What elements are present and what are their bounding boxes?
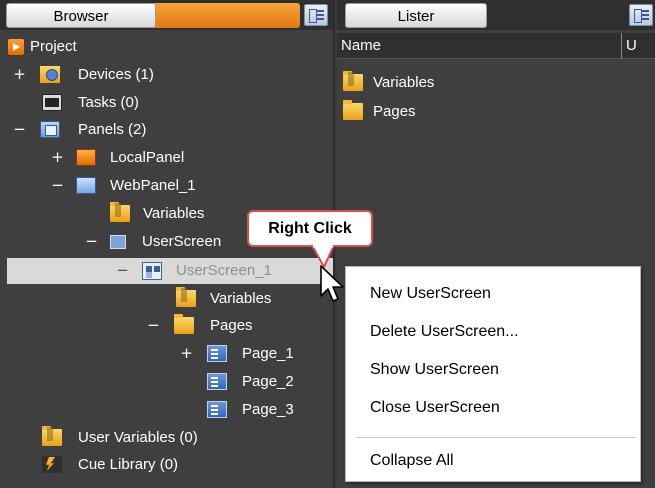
panels-icon bbox=[40, 121, 60, 138]
menu-item-collapse-all[interactable]: Collapse All bbox=[347, 443, 639, 479]
userscreen-icon bbox=[142, 262, 162, 280]
page-icon bbox=[207, 373, 227, 390]
tree-item-localpanel[interactable]: + LocalPanel bbox=[0, 145, 330, 171]
collapse-icon[interactable]: − bbox=[147, 318, 160, 333]
lister-item-label: Variables bbox=[373, 74, 435, 91]
tree-item-label: LocalPanel bbox=[110, 149, 185, 166]
tree-item-devices[interactable]: + Devices (1) bbox=[0, 62, 330, 88]
collapse-icon[interactable]: − bbox=[85, 234, 98, 249]
tree-item-userscreens[interactable]: − UserScreen bbox=[0, 229, 248, 255]
variables-folder-icon bbox=[176, 287, 196, 307]
tree-item-panels[interactable]: − Panels (2) bbox=[0, 117, 330, 143]
browser-tab[interactable]: Browser bbox=[6, 3, 156, 28]
tree-item-label: Project bbox=[30, 38, 77, 55]
tree-item-label: Page_3 bbox=[242, 401, 294, 418]
lister-item-pages[interactable]: Pages bbox=[337, 99, 655, 125]
collapse-icon[interactable]: − bbox=[13, 122, 26, 137]
menu-separator bbox=[356, 437, 636, 438]
tree-item-userscreen-1[interactable]: − UserScreen_1 bbox=[0, 258, 330, 284]
pages-folder-icon bbox=[343, 100, 363, 120]
tree-item-label: Cue Library (0) bbox=[78, 456, 179, 473]
browser-tab-accent bbox=[150, 3, 300, 28]
expand-icon[interactable]: + bbox=[51, 150, 64, 165]
tree-item-webpanel-1[interactable]: − WebPanel_1 bbox=[0, 173, 330, 199]
tree-item-project[interactable]: Project bbox=[0, 34, 330, 60]
expand-icon[interactable]: + bbox=[13, 67, 26, 82]
tree-item-page-3[interactable]: Page_3 bbox=[0, 397, 312, 423]
tree-item-label: Panels (2) bbox=[78, 121, 147, 138]
local-panel-icon bbox=[76, 149, 96, 166]
user-variables-folder-icon bbox=[42, 426, 62, 446]
mouse-pointer-icon bbox=[320, 265, 344, 302]
expand-icon[interactable]: + bbox=[180, 346, 193, 361]
tree-item-label: Variables bbox=[210, 290, 272, 307]
page-icon bbox=[207, 401, 227, 418]
tree-item-label: Devices (1) bbox=[78, 66, 154, 83]
devices-folder-icon bbox=[40, 66, 60, 83]
tree-item-label: Page_2 bbox=[242, 373, 294, 390]
column-header-u[interactable]: U bbox=[626, 37, 637, 54]
tree-item-label: Variables bbox=[143, 205, 205, 222]
tree-item-label: UserScreen bbox=[142, 233, 222, 250]
page-icon bbox=[207, 345, 227, 362]
browser-tab-bar: Browser bbox=[0, 0, 333, 30]
tree-item-label: Page_1 bbox=[242, 345, 294, 362]
tree-item-cue-library[interactable]: Cue Library (0) bbox=[0, 452, 330, 478]
cue-library-icon bbox=[42, 456, 62, 473]
right-click-callout: Right Click bbox=[247, 210, 373, 247]
lister-tab[interactable]: Lister bbox=[345, 3, 487, 28]
tasks-icon bbox=[42, 94, 62, 111]
pages-folder-icon bbox=[174, 314, 194, 334]
browser-options-icon[interactable] bbox=[304, 4, 328, 26]
collapse-icon[interactable]: − bbox=[51, 178, 64, 193]
tree-item-label: User Variables (0) bbox=[78, 429, 198, 446]
tree-item-page-2[interactable]: Page_2 bbox=[0, 369, 312, 395]
userscreens-icon bbox=[110, 235, 126, 249]
project-icon bbox=[8, 39, 24, 55]
menu-item-show-userscreen[interactable]: Show UserScreen bbox=[347, 352, 639, 388]
lister-tab-bar: Lister bbox=[337, 0, 655, 30]
lister-options-icon[interactable] bbox=[629, 4, 653, 26]
context-menu: New UserScreen Delete UserScreen... Show… bbox=[345, 266, 641, 482]
variables-folder-icon bbox=[343, 71, 363, 91]
lister-item-label: Pages bbox=[373, 103, 416, 120]
tree-item-pages[interactable]: − Pages bbox=[0, 313, 330, 339]
variables-folder-icon bbox=[110, 202, 130, 222]
tree-item-page-1[interactable]: + Page_1 bbox=[0, 341, 312, 367]
tree-item-userscreen-variables[interactable]: Variables bbox=[0, 286, 330, 312]
lister-column-header: Name U bbox=[337, 33, 655, 59]
tree-item-label: Pages bbox=[210, 317, 253, 334]
lister-item-variables[interactable]: Variables bbox=[337, 70, 655, 96]
tree-item-label: Tasks (0) bbox=[78, 94, 139, 111]
tree-item-label: UserScreen_1 bbox=[176, 262, 272, 279]
tree-item-tasks[interactable]: Tasks (0) bbox=[0, 90, 330, 116]
menu-item-new-userscreen[interactable]: New UserScreen bbox=[347, 276, 639, 312]
tree-item-label: WebPanel_1 bbox=[110, 177, 196, 194]
tree-item-user-variables[interactable]: User Variables (0) bbox=[0, 425, 330, 451]
menu-item-delete-userscreen[interactable]: Delete UserScreen... bbox=[347, 314, 639, 350]
collapse-icon[interactable]: − bbox=[116, 263, 129, 278]
web-panel-icon bbox=[76, 177, 96, 194]
column-header-name[interactable]: Name bbox=[341, 37, 381, 54]
menu-item-close-userscreen[interactable]: Close UserScreen bbox=[347, 390, 639, 426]
column-divider[interactable] bbox=[621, 33, 622, 59]
